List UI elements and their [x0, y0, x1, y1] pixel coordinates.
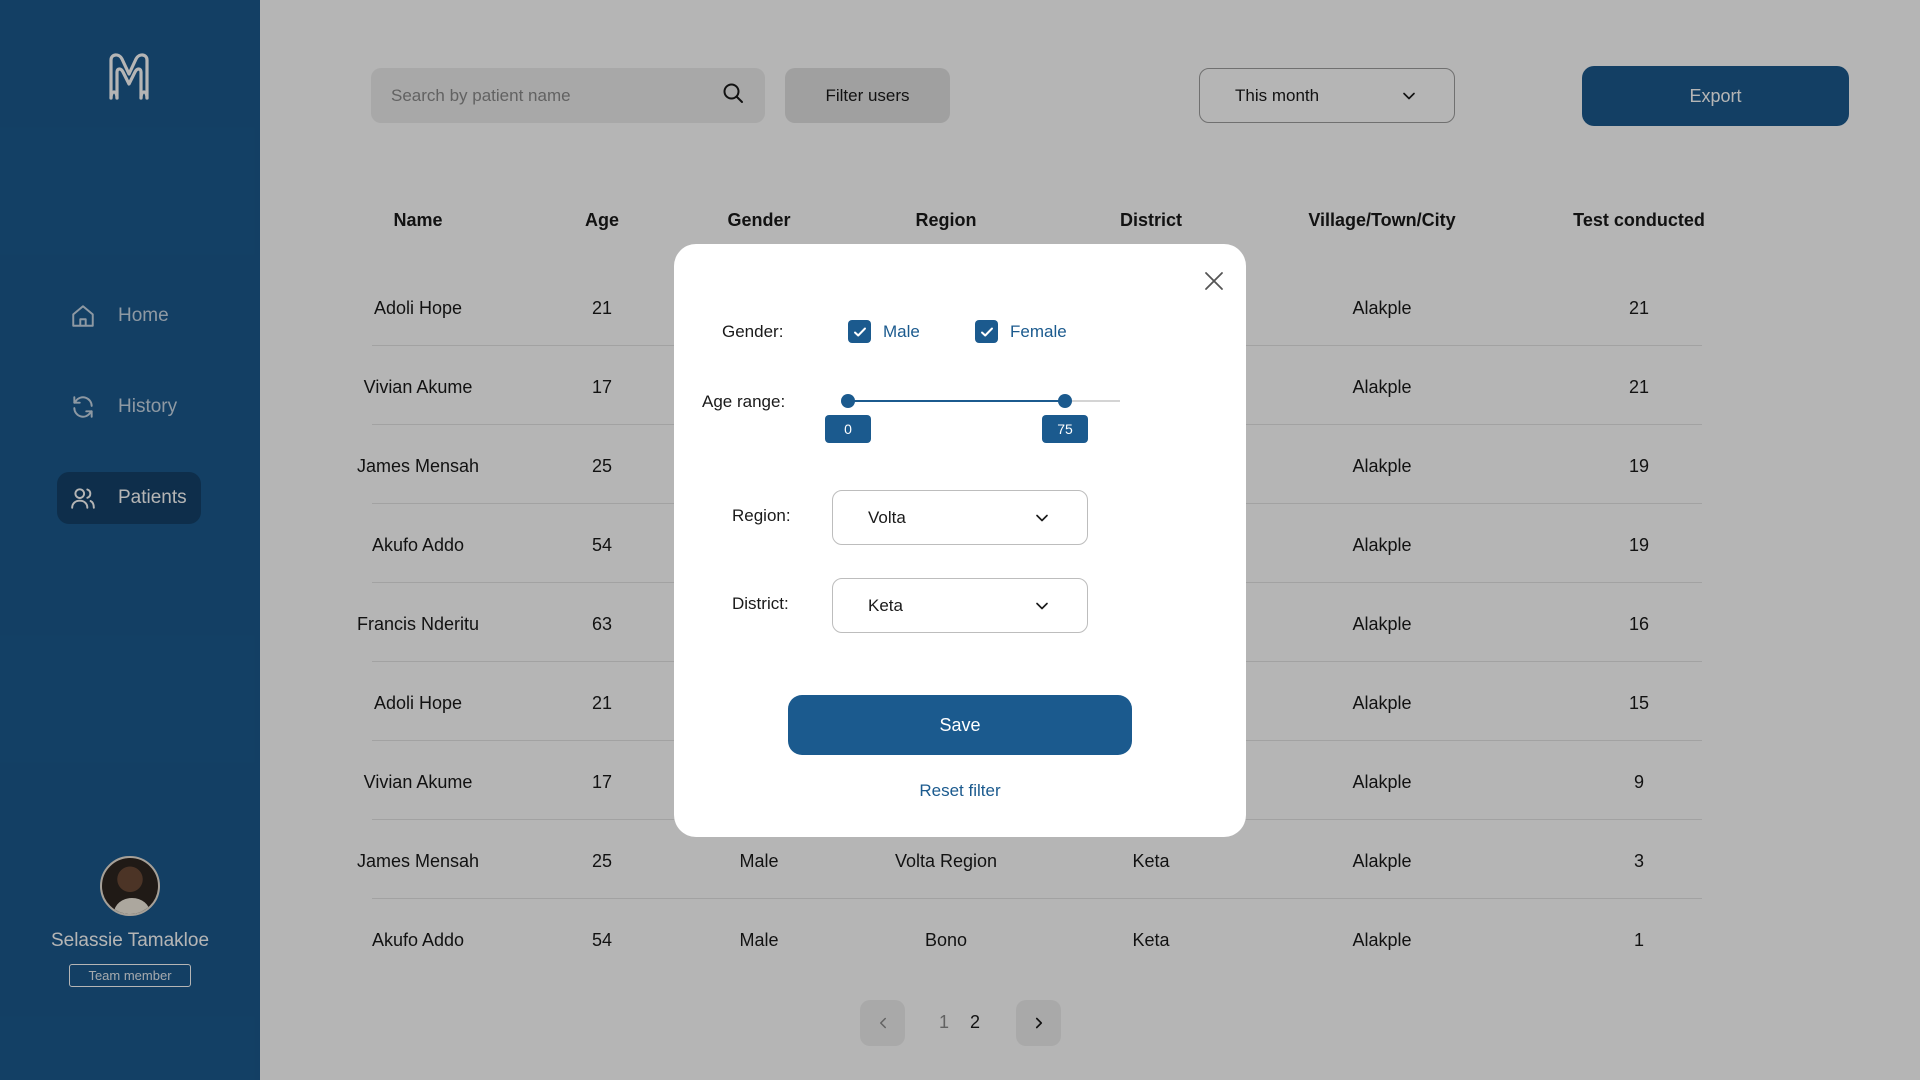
district-select[interactable]: Keta: [832, 578, 1088, 633]
slider-max-handle[interactable]: [1058, 394, 1073, 408]
gender-label: Gender:: [722, 322, 784, 341]
close-icon[interactable]: [1199, 266, 1229, 296]
checkbox-checked-icon: [975, 320, 998, 343]
gender-female-checkbox[interactable]: Female: [975, 320, 1067, 343]
filter-modal: Gender: Male Female Age range: 0 75 Regi…: [674, 244, 1246, 837]
region-value: Volta: [868, 507, 906, 527]
checkbox-checked-icon: [848, 320, 871, 343]
age-range-label: Age range:: [702, 392, 786, 411]
reset-filter-link[interactable]: Reset filter: [674, 781, 1246, 801]
slider-min-handle[interactable]: [841, 394, 855, 408]
age-max-value: 75: [1042, 415, 1089, 443]
chevron-down-icon: [1036, 514, 1048, 521]
age-min-value: 0: [825, 415, 871, 443]
region-label: Region:: [732, 506, 791, 525]
slider-fill: [848, 400, 1066, 402]
age-range-slider[interactable]: [841, 394, 1120, 408]
district-value: Keta: [868, 595, 903, 615]
region-select[interactable]: Volta: [832, 490, 1088, 545]
save-button[interactable]: Save: [788, 695, 1132, 755]
chevron-down-icon: [1036, 602, 1048, 609]
gender-option-label: Female: [1010, 321, 1067, 341]
gender-option-label: Male: [883, 321, 920, 341]
gender-male-checkbox[interactable]: Male: [848, 320, 920, 343]
district-label: District:: [732, 594, 789, 613]
